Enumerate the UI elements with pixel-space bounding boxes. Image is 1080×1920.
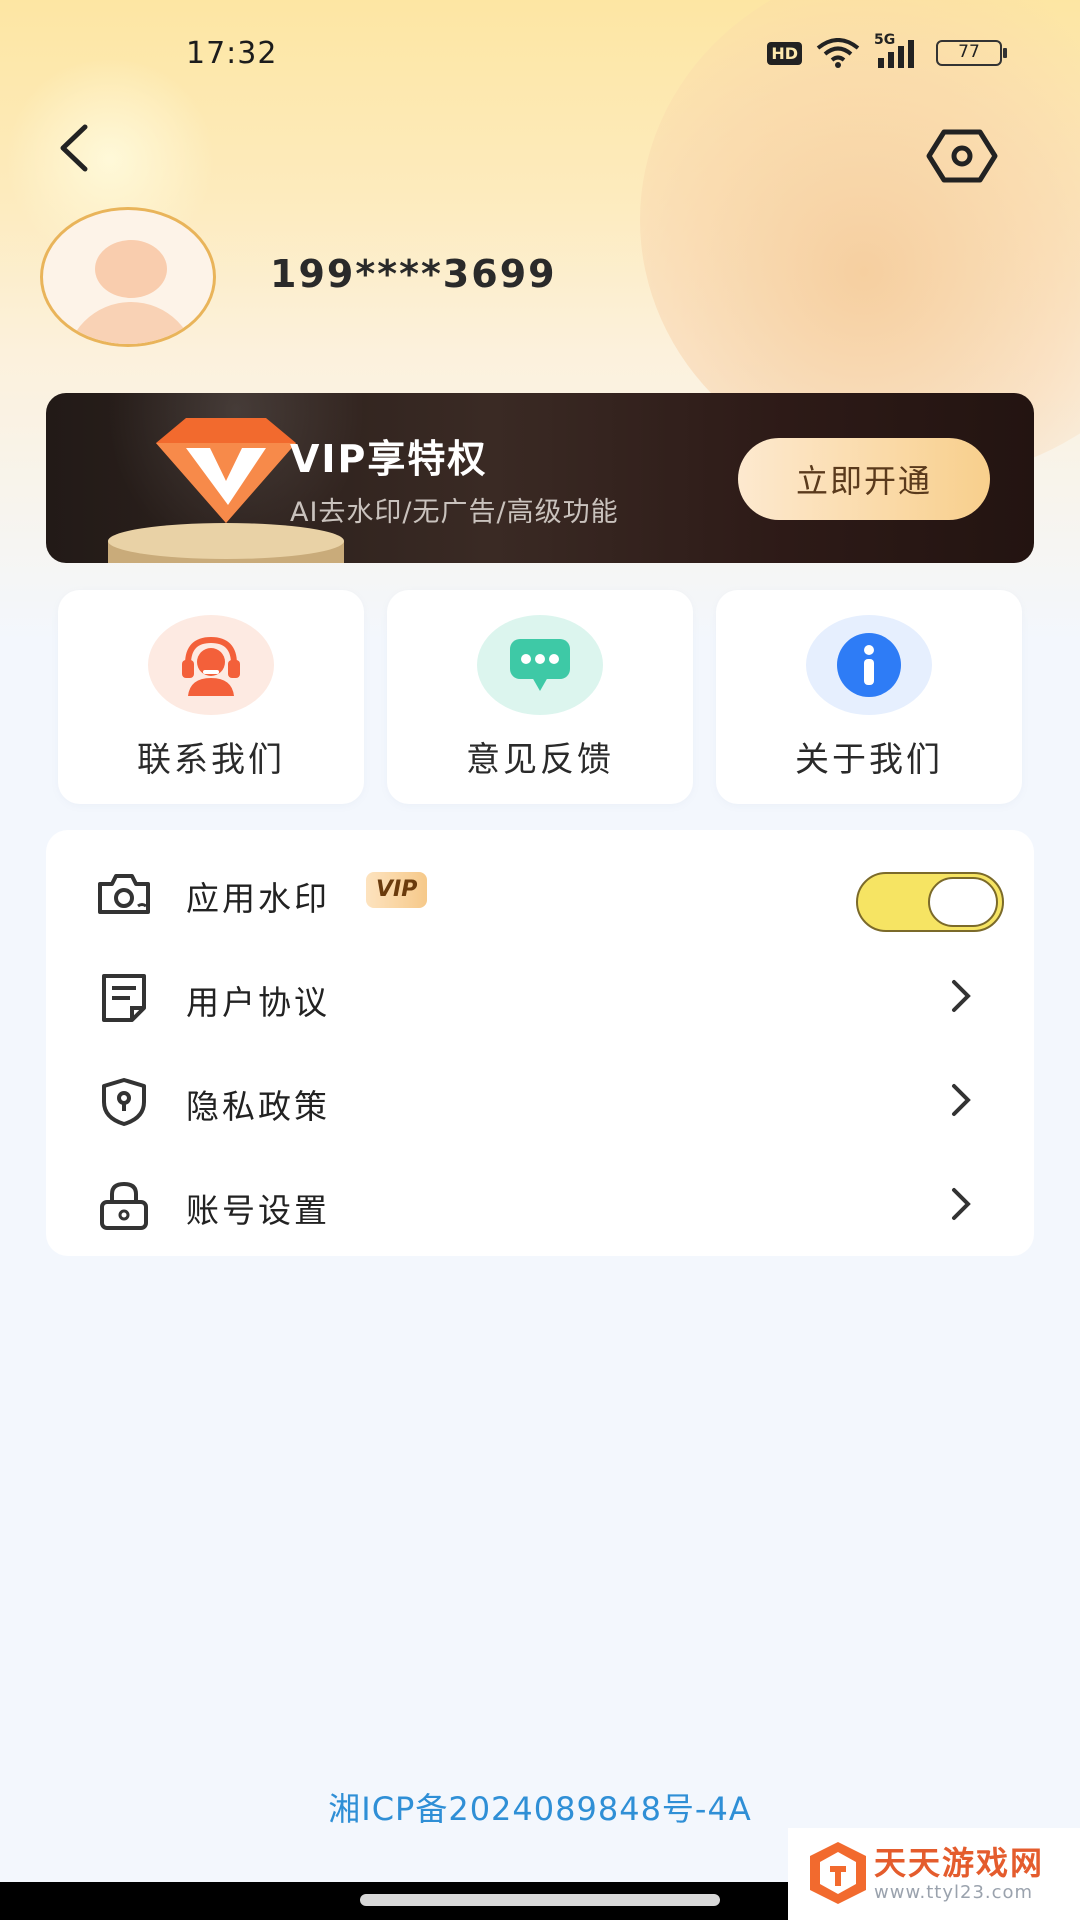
about-us-icon-bubble (806, 615, 932, 715)
lock-icon (100, 1182, 148, 1230)
watermark-toggle[interactable] (856, 872, 1004, 932)
document-icon (102, 974, 146, 1022)
home-indicator[interactable] (360, 1894, 720, 1906)
hexagon-eye-icon (926, 129, 998, 183)
settings-row-user-agreement[interactable]: 用户协议 (46, 946, 1034, 1046)
contact-us-icon-bubble (148, 615, 274, 715)
watermark-name: 天天游戏网 (874, 1844, 1045, 1882)
status-icons: HD 5G 77 (767, 32, 1007, 68)
hd-icon: HD (767, 41, 802, 65)
feedback-label: 意见反馈 (466, 740, 614, 780)
chevron-right-icon (952, 1084, 971, 1116)
chevron-right-icon (952, 980, 971, 1012)
site-watermark: 天天游戏网 www.ttyl23.com (788, 1828, 1080, 1920)
avatar[interactable] (40, 207, 216, 347)
camera-icon (98, 874, 150, 914)
battery-icon: 77 (936, 40, 1007, 66)
contact-us-label: 联系我们 (137, 740, 285, 780)
avatar-body (65, 302, 197, 344)
watermark-row: 应用水印 VIP (46, 842, 1034, 942)
vip-activate-button[interactable]: 立即开通 (738, 438, 990, 520)
settings-button[interactable] (920, 124, 1004, 188)
vip-banner[interactable]: VIP享特权 AI去水印/无广告/高级功能 立即开通 (46, 393, 1034, 563)
wifi-icon (816, 38, 860, 68)
settings-row-account-settings[interactable]: 账号设置 (46, 1154, 1034, 1254)
username: 199****3699 (270, 252, 557, 296)
network-label: 5G (874, 32, 896, 48)
chevron-right-icon (952, 1188, 971, 1220)
back-button[interactable] (44, 118, 104, 178)
signal-icon: 5G (874, 32, 922, 68)
vip-badge: VIP (366, 872, 428, 908)
account-settings-label: 账号设置 (186, 1191, 330, 1230)
customer-service-icon (182, 636, 240, 696)
watermark-url: www.ttyl23.com (874, 1882, 1034, 1903)
about-us-card[interactable]: 关于我们 (716, 590, 1022, 804)
chat-bubble-icon (510, 639, 570, 691)
contact-us-card[interactable]: 联系我们 (58, 590, 364, 804)
privacy-policy-label: 隐私政策 (186, 1087, 330, 1126)
status-time: 17:32 (186, 36, 278, 71)
shield-icon (102, 1078, 146, 1126)
info-icon (837, 633, 901, 697)
user-agreement-label: 用户协议 (186, 983, 330, 1022)
vip-subtitle: AI去水印/无广告/高级功能 (290, 497, 619, 528)
toggle-knob (928, 877, 998, 927)
settings-row-privacy-policy[interactable]: 隐私政策 (46, 1050, 1034, 1150)
watermark-label: 应用水印 (186, 879, 330, 918)
vip-title: VIP享特权 (290, 437, 488, 481)
feedback-card[interactable]: 意见反馈 (387, 590, 693, 804)
battery-level: 77 (958, 42, 980, 62)
avatar-head (95, 240, 167, 298)
chevron-left-icon (60, 124, 88, 172)
watermark-logo-icon (810, 1842, 866, 1904)
about-us-label: 关于我们 (795, 740, 943, 780)
icp-link[interactable]: 湘ICP备2024089848号-4A (0, 1784, 1080, 1830)
status-bar: 17:32 HD 5G 77 (0, 0, 1080, 110)
feedback-icon-bubble (477, 615, 603, 715)
settings-list: 应用水印 VIP 用户协议 隐私政策 账号设置 (46, 830, 1034, 1256)
